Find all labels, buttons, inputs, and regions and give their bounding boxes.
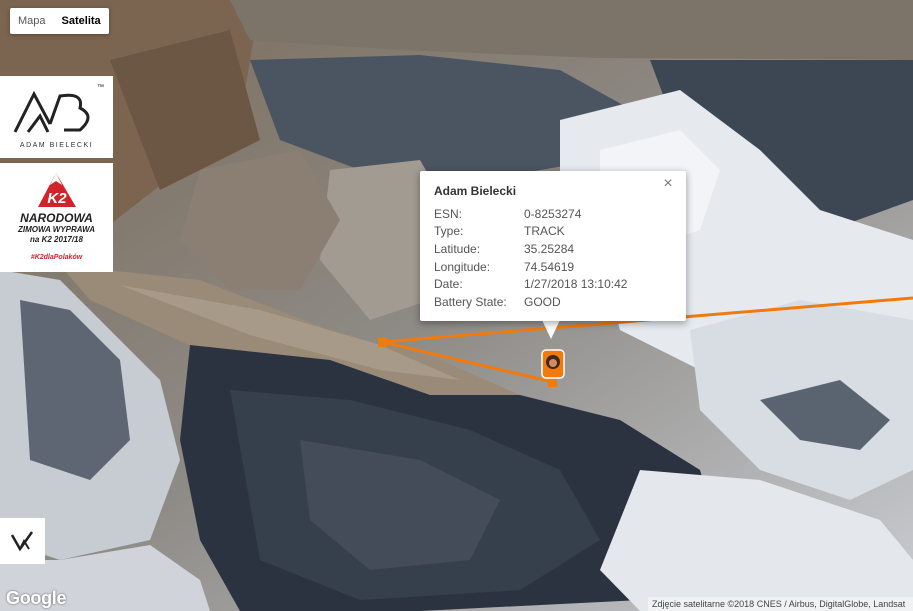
info-value: 0-8253274 [524,207,582,221]
map-type-control: Mapa Satelita [10,8,109,34]
info-value: 1/27/2018 13:10:42 [524,277,628,291]
track-point[interactable] [548,378,557,387]
info-window-pointer [542,320,560,339]
k2-expedition-logo: K2 NARODOWA ZIMOWA WYPRAWA na K2 2017/18… [0,163,113,272]
trademark-symbol: ™ [97,84,104,91]
google-logo[interactable]: Google [6,588,67,609]
k2-hashtag: #K2dlaPolaków [30,254,83,261]
info-window-title: Adam Bielecki [434,184,517,198]
logo-caption: ADAM BIELECKI [19,142,94,149]
info-value: GOOD [524,295,561,309]
info-label: Battery State: [434,295,507,309]
info-row-longitude: Longitude: 74.54619 [434,260,674,276]
map-type-map-button[interactable]: Mapa [10,8,54,34]
info-row-date: Date: 1/27/2018 13:10:42 [434,277,674,293]
info-label: Date: [434,277,463,291]
satellite-map[interactable]: Mapa Satelita ™ ADAM BIELECKI K2 NARODOW… [0,0,913,611]
info-label: ESN: [434,207,463,221]
info-row-type: Type: TRACK [434,224,674,240]
k2-mountain-icon: K2 [38,173,76,207]
info-value: 35.25284 [524,242,575,256]
track-point[interactable] [378,338,387,347]
info-window: Adam Bielecki × ESN: 0-8253274 Type: TRA… [420,171,686,321]
map-attribution: Zdjęcie satelitarne ©2018 CNES / Airbus,… [648,597,913,611]
info-value: TRACK [524,224,565,238]
info-row-latitude: Latitude: 35.25284 [434,242,674,258]
k2-logo-line2: ZIMOWA WYPRAWA [17,225,96,234]
info-label: Longitude: [434,260,491,274]
info-value: 74.54619 [524,260,575,274]
brand-mark-icon [0,518,45,564]
ab-monogram-icon [13,90,90,133]
info-label: Type: [434,224,464,238]
info-row-esn: ESN: 0-8253274 [434,207,674,223]
adam-bielecki-logo: ™ ADAM BIELECKI [0,76,113,158]
map-type-satellite-button[interactable]: Satelita [54,8,109,34]
climber-avatar-icon[interactable] [541,349,565,379]
k2-mark: K2 [47,190,67,207]
info-label: Latitude: [434,242,481,256]
info-row-battery: Battery State: GOOD [434,295,674,311]
k2-logo-line1: NARODOWA [20,211,93,225]
close-icon[interactable]: × [660,176,676,192]
k2-logo-line3: na K2 2017/18 [30,235,83,244]
